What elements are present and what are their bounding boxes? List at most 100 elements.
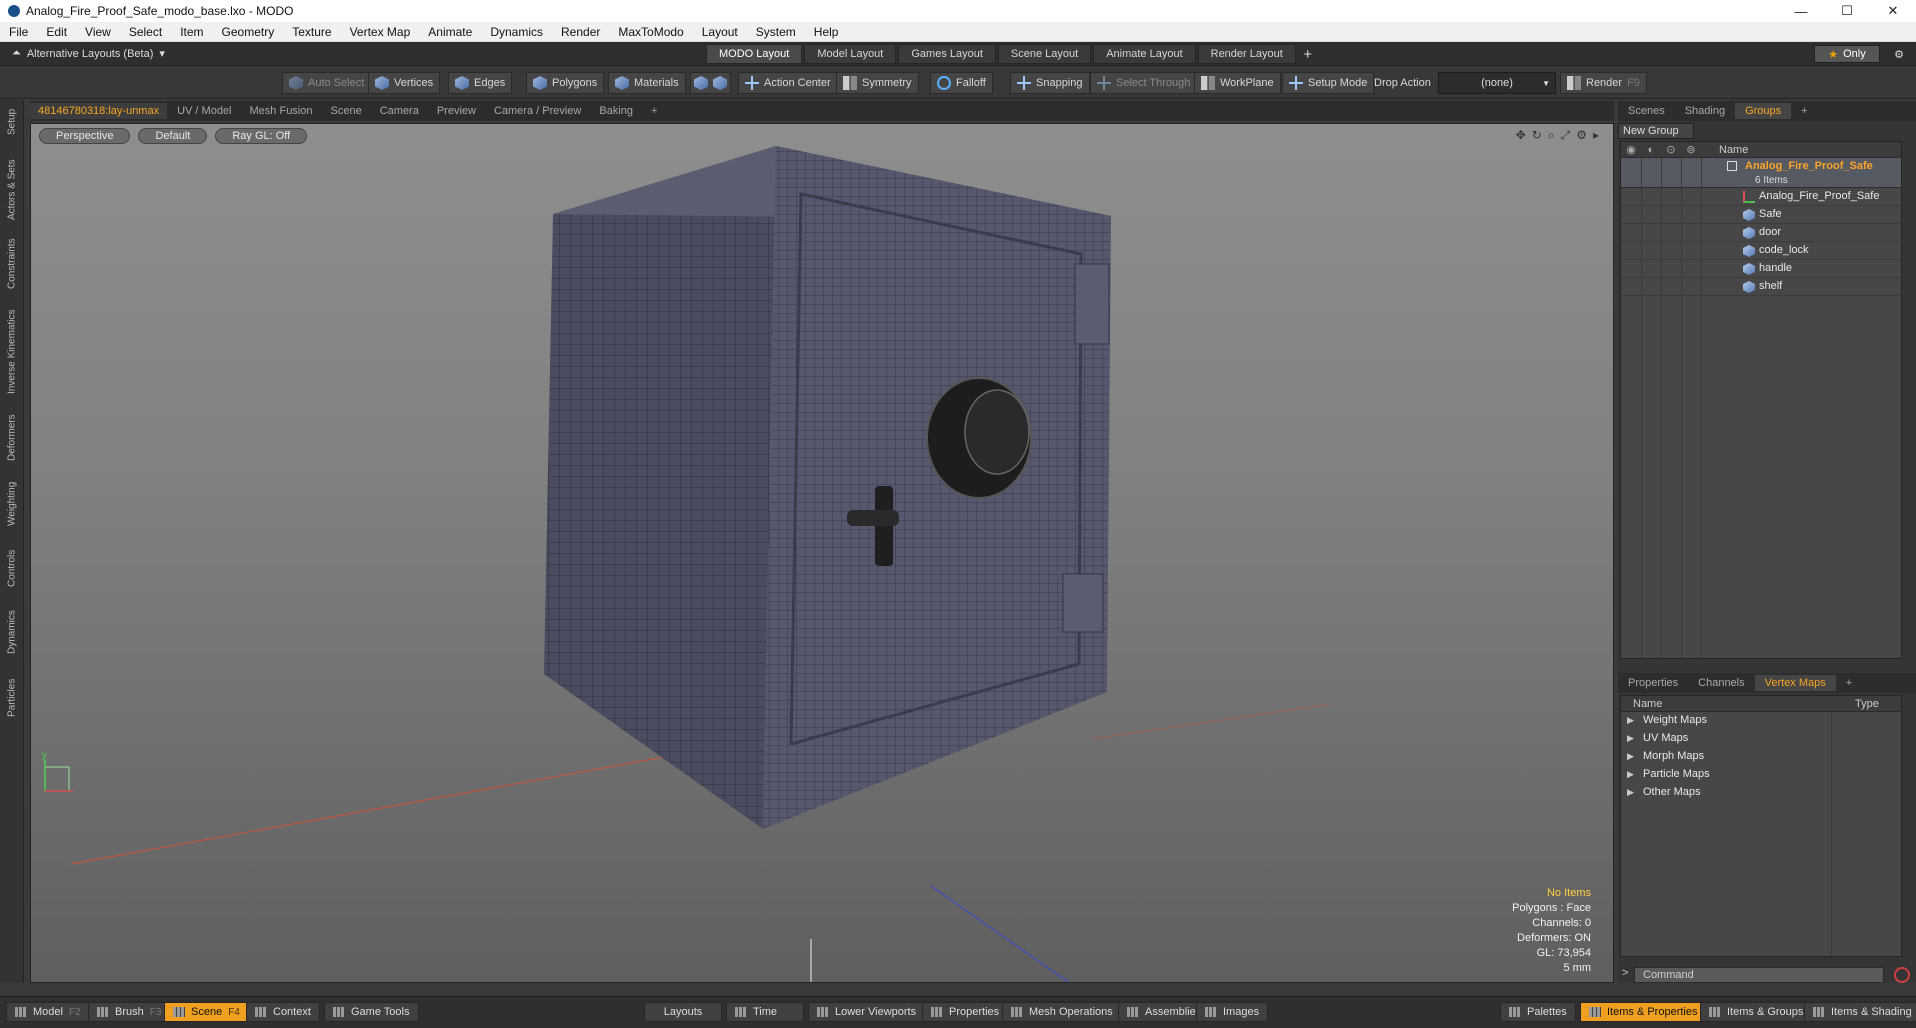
maximize-button[interactable]: ☐ bbox=[1824, 0, 1870, 22]
stop-icon[interactable] bbox=[1894, 967, 1910, 983]
list-item[interactable]: ▶ UV Maps bbox=[1621, 730, 1901, 748]
vtab-deformers[interactable]: Deformers bbox=[2, 410, 22, 466]
menu-file[interactable]: File bbox=[0, 25, 37, 39]
setup-mode-button[interactable]: Setup Mode bbox=[1282, 72, 1375, 94]
tab-camera-preview[interactable]: Camera / Preview bbox=[486, 103, 589, 119]
game-tools-button[interactable]: Game Tools bbox=[324, 1002, 419, 1022]
add-panel-tab-button[interactable]: + bbox=[1791, 103, 1817, 119]
model-button[interactable]: Model F2 bbox=[6, 1002, 90, 1022]
list-item[interactable]: ▶ Other Maps bbox=[1621, 784, 1901, 802]
visibility-eye-icon[interactable]: ◉ bbox=[1621, 143, 1641, 156]
list-item[interactable]: shelf bbox=[1621, 278, 1901, 296]
items-shading-button[interactable]: Items & Shading bbox=[1804, 1002, 1916, 1022]
view-type-dropdown[interactable]: Perspective bbox=[39, 128, 131, 144]
polygons-button[interactable]: Polygons bbox=[526, 72, 605, 94]
tab-games-layout[interactable]: Games Layout bbox=[898, 44, 996, 64]
only-toggle-button[interactable]: ★ Only bbox=[1814, 45, 1880, 63]
properties-button[interactable]: Properties bbox=[922, 1002, 1009, 1022]
tab-render-layout[interactable]: Render Layout bbox=[1197, 44, 1296, 64]
minimize-button[interactable]: — bbox=[1778, 0, 1824, 22]
expand-icon[interactable]: ▶ bbox=[1627, 751, 1634, 762]
auto-select-button[interactable]: Auto Select bbox=[282, 72, 372, 94]
menu-geometry[interactable]: Geometry bbox=[213, 25, 284, 39]
fit-icon[interactable]: ⤢ bbox=[1561, 128, 1571, 143]
menu-edit[interactable]: Edit bbox=[37, 25, 76, 39]
select-toggle-icon[interactable]: ⊚ bbox=[1681, 143, 1701, 156]
menu-layout[interactable]: Layout bbox=[693, 25, 747, 39]
render-toggle-icon[interactable]: ◐ bbox=[1641, 144, 1661, 156]
tab-mesh-fusion[interactable]: Mesh Fusion bbox=[242, 103, 321, 119]
list-item[interactable]: code_lock bbox=[1621, 242, 1901, 260]
tab-baking[interactable]: Baking bbox=[591, 103, 641, 119]
menu-select[interactable]: Select bbox=[120, 25, 171, 39]
close-button[interactable]: ✕ bbox=[1870, 0, 1916, 22]
new-group-button[interactable]: New Group bbox=[1618, 123, 1694, 139]
vtab-weighting[interactable]: Weighting bbox=[2, 476, 22, 532]
tab-shading[interactable]: Shading bbox=[1675, 103, 1735, 119]
tab-channels[interactable]: Channels bbox=[1688, 675, 1754, 691]
tab-scene-layout[interactable]: Scene Layout bbox=[997, 44, 1092, 64]
menu-help[interactable]: Help bbox=[805, 25, 848, 39]
vtab-actors-sets[interactable]: Actors & Sets bbox=[2, 156, 22, 224]
symmetry-button[interactable]: Symmetry bbox=[836, 72, 919, 94]
menu-maxtomodo[interactable]: MaxToModo bbox=[609, 25, 692, 39]
menu-render[interactable]: Render bbox=[552, 25, 609, 39]
tab-model-layout[interactable]: Model Layout bbox=[804, 44, 897, 64]
expand-icon[interactable]: ▶ bbox=[1627, 733, 1634, 744]
brush-button[interactable]: Brush F3 bbox=[88, 1002, 171, 1022]
palettes-button[interactable]: Palettes bbox=[1500, 1002, 1576, 1022]
expand-icon[interactable]: ▶ bbox=[1627, 769, 1634, 780]
vtab-setup[interactable]: Setup bbox=[2, 104, 22, 140]
time-button[interactable]: Time bbox=[726, 1002, 804, 1022]
vtab-particles[interactable]: Particles bbox=[2, 670, 22, 726]
command-input[interactable]: Command bbox=[1634, 967, 1884, 983]
menu-system[interactable]: System bbox=[747, 25, 805, 39]
menu-animate[interactable]: Animate bbox=[419, 25, 481, 39]
list-item[interactable]: Analog_Fire_Proof_Safe bbox=[1621, 188, 1901, 206]
vtab-constraints[interactable]: Constraints bbox=[2, 234, 22, 294]
drop-action-select[interactable]: (none) ▼ bbox=[1438, 72, 1556, 94]
edges-button[interactable]: Edges bbox=[448, 72, 513, 94]
tab-vertex-maps[interactable]: Vertex Maps bbox=[1754, 675, 1836, 691]
render-button[interactable]: Render F9 bbox=[1560, 72, 1647, 94]
add-viewport-tab-button[interactable]: + bbox=[643, 103, 665, 119]
shading-dropdown[interactable]: Default bbox=[138, 128, 208, 144]
expand-icon[interactable]: ▶ bbox=[1627, 715, 1634, 726]
materials-button[interactable]: Materials bbox=[608, 72, 686, 94]
menu-view[interactable]: View bbox=[76, 25, 120, 39]
viewport-menu-icon[interactable]: ▸ bbox=[1593, 128, 1599, 143]
menu-vertex-map[interactable]: Vertex Map bbox=[341, 25, 420, 39]
vtab-dynamics[interactable]: Dynamics bbox=[2, 604, 22, 660]
mesh-operations-button[interactable]: Mesh Operations bbox=[1002, 1002, 1122, 1022]
tab-camera[interactable]: Camera bbox=[372, 103, 427, 119]
selection-sets-button[interactable] bbox=[690, 72, 731, 94]
gear-icon[interactable]: ⚙ bbox=[1890, 45, 1908, 63]
scene-button[interactable]: Scene F4 bbox=[164, 1002, 249, 1022]
vtab-controls[interactable]: Controls bbox=[2, 542, 22, 594]
menu-texture[interactable]: Texture bbox=[283, 25, 340, 39]
items-groups-button[interactable]: Items & Groups bbox=[1700, 1002, 1813, 1022]
expand-icon[interactable]: ▶ bbox=[1627, 787, 1634, 798]
tab-uv-model[interactable]: UV / Model bbox=[169, 103, 239, 119]
tab-modo-layout[interactable]: MODO Layout bbox=[706, 44, 803, 64]
falloff-button[interactable]: Falloff bbox=[930, 72, 993, 94]
snapping-button[interactable]: Snapping bbox=[1010, 72, 1090, 94]
items-properties-button[interactable]: Items & Properties bbox=[1580, 1002, 1707, 1022]
tab-groups[interactable]: Groups bbox=[1735, 103, 1792, 119]
menu-dynamics[interactable]: Dynamics bbox=[481, 25, 552, 39]
list-item[interactable]: handle bbox=[1621, 260, 1901, 278]
list-item[interactable]: ▶ Morph Maps bbox=[1621, 748, 1901, 766]
raygl-dropdown[interactable]: Ray GL: Off bbox=[215, 128, 308, 144]
list-item[interactable]: door bbox=[1621, 224, 1901, 242]
list-item[interactable]: Safe bbox=[1621, 206, 1901, 224]
tab-properties[interactable]: Properties bbox=[1618, 675, 1688, 691]
lower-viewports-button[interactable]: Lower Viewports bbox=[808, 1002, 926, 1022]
workplane-button[interactable]: WorkPlane bbox=[1194, 72, 1281, 94]
images-button[interactable]: Images bbox=[1196, 1002, 1269, 1022]
list-item[interactable]: ▶ Particle Maps bbox=[1621, 766, 1901, 784]
zoom-icon[interactable]: ⌕ bbox=[1548, 128, 1555, 143]
add-properties-tab-button[interactable]: + bbox=[1836, 675, 1862, 691]
rotate-icon[interactable]: ↻ bbox=[1532, 128, 1542, 143]
action-center-button[interactable]: Action Center bbox=[738, 72, 838, 94]
vtab-inverse-kinematics[interactable]: Inverse Kinematics bbox=[2, 304, 22, 400]
